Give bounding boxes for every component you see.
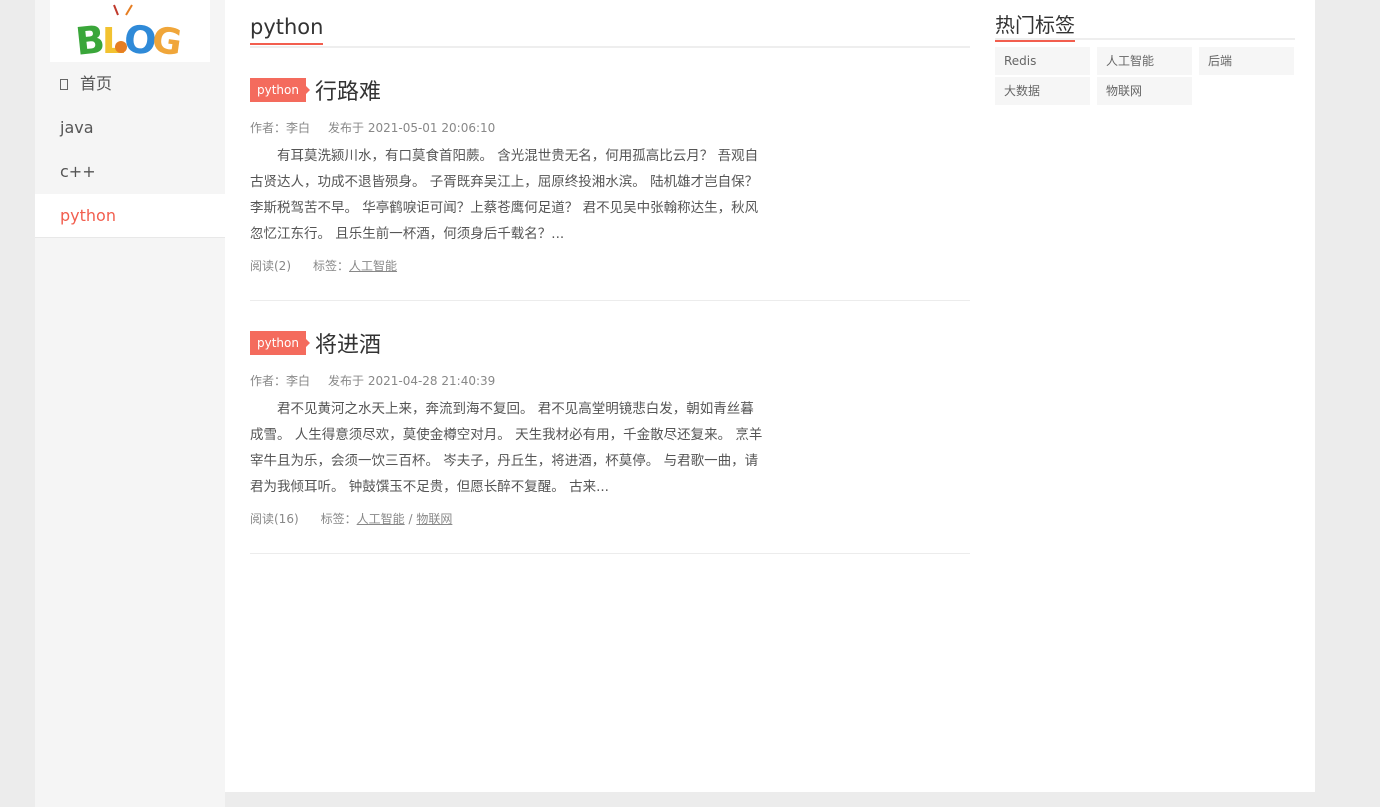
hot-tag-item[interactable]: 物联网 xyxy=(1097,77,1192,105)
tags-label: 标签： xyxy=(313,259,350,273)
hot-tags-panel: 热门标签 Redis 人工智能 后端 大数据 物联网 xyxy=(995,0,1295,105)
read-count: 阅读(16) xyxy=(250,512,299,526)
article-meta: 作者：李白 发布于 2021-04-28 21:40:39 xyxy=(250,372,970,390)
article-author: 作者：李白 xyxy=(250,121,311,135)
hot-tag-item[interactable]: 后端 xyxy=(1199,47,1294,75)
article-summary: 有耳莫洗颍川水，有口莫食首阳蕨。 含光混世贵无名，何用孤高比云月？ 吾观自古贤达… xyxy=(250,148,759,242)
article-item: python 将进酒 作者：李白 发布于 2021-04-28 21:40:39 … xyxy=(250,301,970,554)
article-date: 发布于 2021-04-28 21:40:39 xyxy=(328,374,496,388)
sidebar: B L O G 首页 java c++ python xyxy=(35,0,225,807)
hot-tag-item[interactable]: Redis xyxy=(995,47,1090,75)
category-badge[interactable]: python xyxy=(250,78,310,102)
article-list: python python 行路难 作者：李白 发布于 2021-05-01 20… xyxy=(250,0,970,554)
svg-text:G: G xyxy=(149,20,184,59)
nav-item-label: java xyxy=(60,118,94,137)
article-header: python 行路难 xyxy=(250,73,970,107)
section-title: python xyxy=(250,15,324,45)
home-icon xyxy=(60,79,68,90)
tag-separator: / xyxy=(404,512,417,526)
category-badge[interactable]: python xyxy=(250,331,310,355)
nav-item-label: c++ xyxy=(60,162,96,181)
nav-item-label: python xyxy=(60,206,116,225)
read-count: 阅读(2) xyxy=(250,259,291,273)
blog-logo-icon: B L O G xyxy=(74,4,184,59)
nav-item-cpp[interactable]: c++ xyxy=(35,150,225,194)
tags-label: 标签： xyxy=(320,512,357,526)
article-summary: 君不见黄河之水天上来，奔流到海不复回。 君不见高堂明镜悲白发，朝如青丝暮成雪。 … xyxy=(250,401,763,495)
tag-link[interactable]: 人工智能 xyxy=(349,259,397,273)
hot-tag-item[interactable]: 人工智能 xyxy=(1097,47,1192,75)
blog-logo[interactable]: B L O G xyxy=(50,0,210,62)
hot-tags-title: 热门标签 xyxy=(995,9,1075,42)
article-footer: 阅读(2) 标签：人工智能 xyxy=(250,257,970,274)
article-header: python 将进酒 xyxy=(250,326,970,360)
hot-tag-item[interactable]: 大数据 xyxy=(995,77,1090,105)
nav-item-label: 首页 xyxy=(80,74,113,93)
tag-link[interactable]: 人工智能 xyxy=(357,512,405,526)
article-author: 作者：李白 xyxy=(250,374,311,388)
tag-link[interactable]: 物联网 xyxy=(416,512,452,526)
hot-tags-header: 热门标签 xyxy=(995,0,1295,42)
nav-item-java[interactable]: java xyxy=(35,106,225,150)
article-item: python 行路难 作者：李白 发布于 2021-05-01 20:06:10 … xyxy=(250,48,970,301)
article-title[interactable]: 将进酒 xyxy=(315,327,381,359)
article-footer: 阅读(16) 标签：人工智能 / 物联网 xyxy=(250,510,970,527)
nav-item-home[interactable]: 首页 xyxy=(35,62,225,106)
category-nav: 首页 java c++ python xyxy=(35,62,225,238)
article-title[interactable]: 行路难 xyxy=(315,74,381,106)
svg-text:L: L xyxy=(102,21,125,59)
content-panel: python python 行路难 作者：李白 发布于 2021-05-01 20… xyxy=(225,0,1315,792)
hot-tags-grid: Redis 人工智能 后端 大数据 物联网 xyxy=(995,47,1295,105)
section-header: python xyxy=(250,0,970,48)
nav-item-python[interactable]: python xyxy=(35,194,225,238)
article-meta: 作者：李白 发布于 2021-05-01 20:06:10 xyxy=(250,119,970,137)
article-date: 发布于 2021-05-01 20:06:10 xyxy=(328,121,496,135)
